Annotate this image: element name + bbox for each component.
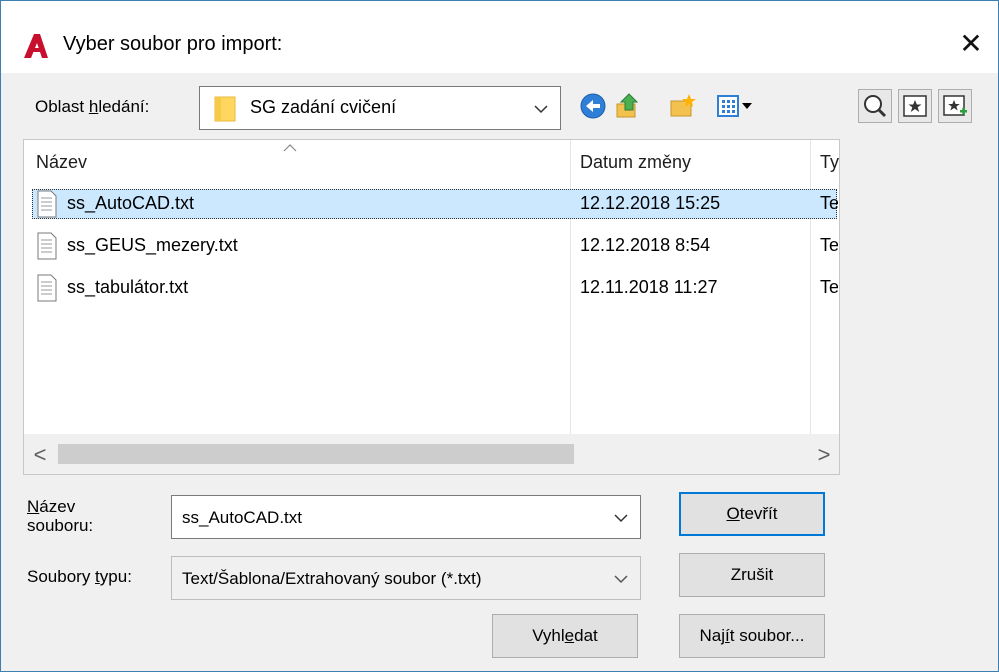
- up-folder-icon: [616, 93, 639, 118]
- column-header-date-label: Datum změny: [580, 151, 692, 172]
- file-type: Te: [820, 193, 838, 213]
- scrollbar-thumb[interactable]: [58, 444, 574, 464]
- views-menu-button[interactable]: [713, 89, 765, 123]
- text-file-icon: [37, 190, 57, 218]
- column-header-name-label: Název: [36, 151, 88, 172]
- file-name: ss_AutoCAD.txt: [67, 193, 195, 213]
- search-button-pre: Vyhl: [532, 626, 565, 645]
- file-name: ss_GEUS_mezery.txt: [67, 235, 238, 255]
- scroll-left-icon[interactable]: <: [28, 442, 52, 468]
- text-file-icon: [37, 274, 57, 302]
- file-date: 12.12.2018 15:25: [580, 193, 721, 213]
- lookin-value: SG zadání cvičení: [250, 97, 397, 117]
- find-icon: [864, 95, 887, 118]
- filename-label-accel: N: [27, 497, 40, 516]
- filetype-value: Text/Šablona/Extrahovaný soubor (*.txt): [182, 569, 482, 588]
- find-file-button-pre: Naj: [699, 626, 726, 645]
- folder-icon: [214, 96, 236, 122]
- file-list[interactable]: Název Datum změny Ty ss_AutoCAD.txt 12.1…: [23, 139, 840, 475]
- back-icon: [580, 93, 606, 119]
- close-icon: ✕: [959, 27, 983, 59]
- find-file-button-post: t soubor...: [729, 626, 805, 645]
- add-favorite-icon: [943, 95, 967, 116]
- chevron-down-icon: [614, 514, 628, 523]
- lookin-combobox[interactable]: SG zadání cvičení: [199, 86, 561, 130]
- column-header-date[interactable]: Datum změny: [580, 140, 805, 184]
- autocad-logo-icon: [24, 34, 48, 58]
- filename-combobox[interactable]: ss_AutoCAD.txt: [171, 495, 641, 539]
- open-button[interactable]: Otevřít: [679, 492, 825, 536]
- file-type: Te: [820, 277, 838, 297]
- file-date: 12.12.2018 8:54: [580, 235, 711, 255]
- file-row[interactable]: ss_tabulátor.txt 12.11.2018 11:27 Te: [32, 273, 838, 303]
- column-header-name[interactable]: Název: [36, 140, 566, 184]
- add-favorite-button[interactable]: [938, 89, 972, 123]
- title-bar: Vyber soubor pro import: ✕: [1, 1, 998, 73]
- cancel-button[interactable]: Zrušit: [679, 553, 825, 597]
- filename-label-line1: Název: [27, 497, 93, 516]
- text-file-icon: [37, 232, 57, 260]
- horizontal-scrollbar[interactable]: < >: [24, 434, 839, 474]
- close-button[interactable]: ✕: [944, 19, 998, 67]
- filetype-label-pre: Soubory: [27, 567, 96, 586]
- filename-label: Název souboru:: [27, 497, 93, 535]
- open-button-accel: O: [726, 504, 740, 523]
- filetype-label: Soubory typu:: [27, 567, 132, 587]
- scroll-right-icon[interactable]: >: [812, 442, 836, 468]
- search-button-post: dat: [574, 626, 598, 645]
- column-header-type[interactable]: Ty: [820, 140, 840, 184]
- sort-ascending-icon: [283, 144, 297, 152]
- favorites-button[interactable]: [898, 89, 932, 123]
- new-folder-button[interactable]: [665, 89, 699, 123]
- open-button-label: tevřít: [739, 504, 778, 523]
- file-date: 12.11.2018 11:27: [580, 277, 718, 297]
- file-type: Te: [820, 235, 838, 255]
- lookin-label-pre: Oblast: [35, 97, 89, 116]
- favorites-icon: [903, 95, 927, 117]
- back-button[interactable]: [576, 89, 610, 123]
- filetype-combobox[interactable]: Text/Šablona/Extrahovaný soubor (*.txt): [171, 556, 641, 600]
- lookin-label: Oblast hledání:: [35, 97, 149, 117]
- cancel-button-label: Zrušit: [730, 565, 774, 584]
- search-button[interactable]: Vyhl e dat: [492, 614, 638, 658]
- filename-label-line2: souboru:: [27, 516, 94, 535]
- window-title: Vyber soubor pro import:: [63, 33, 283, 55]
- search-button-accel: e: [564, 626, 575, 645]
- lookin-label-accel: h: [88, 97, 99, 116]
- views-menu-icon: [717, 95, 752, 117]
- file-name: ss_tabulátor.txt: [67, 277, 189, 297]
- up-folder-button[interactable]: [611, 89, 645, 123]
- chevron-down-icon: [534, 105, 548, 114]
- find-button[interactable]: [858, 89, 892, 123]
- filetype-label-post: ypu:: [99, 567, 132, 586]
- lookin-label-post: ledání:: [98, 97, 150, 116]
- new-folder-icon: [670, 94, 696, 117]
- file-row[interactable]: ss_GEUS_mezery.txt 12.12.2018 8:54 Te: [32, 231, 838, 261]
- file-row[interactable]: ss_AutoCAD.txt 12.12.2018 15:25 Te: [32, 189, 838, 219]
- find-file-button[interactable]: Naj í t soubor...: [679, 614, 825, 658]
- chevron-down-icon: [614, 575, 628, 584]
- filename-label-rest: ázev: [39, 497, 76, 516]
- column-header-type-label: Ty: [820, 151, 840, 172]
- import-file-dialog: Vyber soubor pro import: ✕ Oblast hledán…: [0, 0, 999, 672]
- filename-value: ss_AutoCAD.txt: [182, 508, 302, 527]
